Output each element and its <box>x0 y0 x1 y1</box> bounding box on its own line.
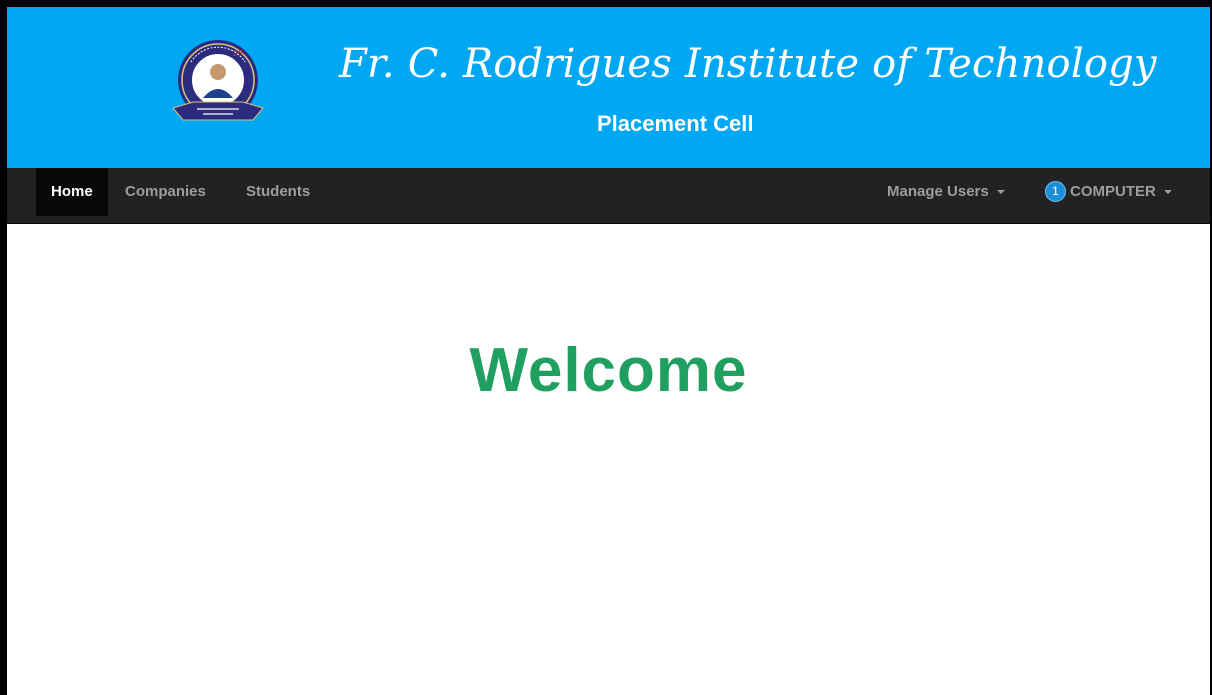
svg-text:25: 25 <box>233 49 243 58</box>
chevron-down-icon <box>1163 190 1172 195</box>
site-title: Fr. C. Rodrigues Institute of Technology <box>339 41 1157 87</box>
chevron-down-icon <box>996 190 1005 195</box>
user-menu-label: COMPUTER <box>1070 183 1156 200</box>
navbar: Home Companies Students Manage Users 1 CO… <box>7 168 1210 224</box>
page-frame: 25 Fr. C. Rodrigues Institute of Technol… <box>0 0 1212 695</box>
site-header: 25 Fr. C. Rodrigues Institute of Technol… <box>7 7 1210 168</box>
manage-users-label: Manage Users <box>887 183 989 200</box>
site-subtitle: Placement Cell <box>597 111 754 136</box>
manage-users-dropdown[interactable]: Manage Users <box>887 168 1005 216</box>
college-seal-logo: 25 <box>172 40 264 121</box>
notification-badge: 1 <box>1045 180 1066 202</box>
nav-companies[interactable]: Companies <box>110 168 221 216</box>
welcome-heading: Welcome <box>469 336 748 405</box>
nav-students[interactable]: Students <box>231 168 325 216</box>
user-menu-dropdown[interactable]: 1 COMPUTER <box>1045 168 1172 216</box>
nav-home[interactable]: Home <box>36 168 108 216</box>
